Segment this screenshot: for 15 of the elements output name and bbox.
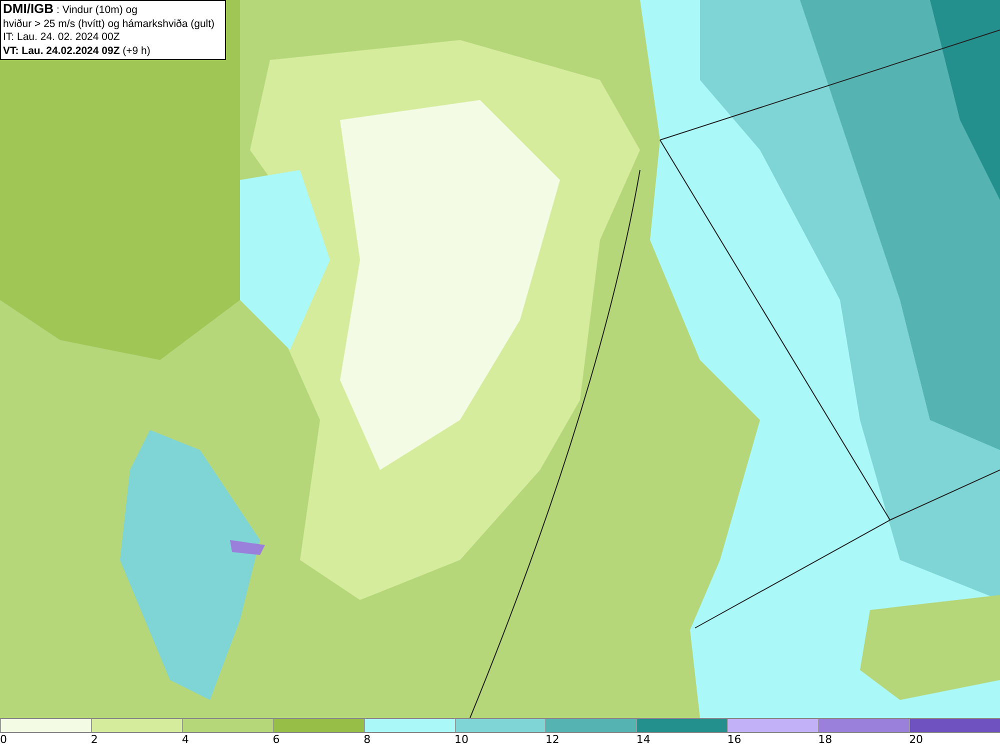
title-line: hviður > 25 m/s (hvítt) og hámarkshviða (gult) <box>3 18 216 31</box>
title-line: IT: Lau. 24. 02. 2024 00Z <box>3 31 121 44</box>
title-line: VT: Lau. 24.02.2024 09Z (+9 h) <box>3 44 152 58</box>
title-line: DMI/IGB : Vindur (10m) og <box>3 2 138 18</box>
legend-label: 16 <box>727 733 742 747</box>
legend-label: 0 <box>0 733 7 747</box>
legend-label: 6 <box>272 733 280 747</box>
legend-label: 10 <box>454 733 469 747</box>
legend-label: 18 <box>818 733 832 747</box>
legend-label: 2 <box>90 733 98 747</box>
legend-label: 20 <box>909 733 924 747</box>
legend-label: 4 <box>182 733 189 747</box>
legend-label: 14 <box>636 733 650 747</box>
legend-label: 12 <box>545 733 560 747</box>
legend-label: 8 <box>364 733 371 747</box>
